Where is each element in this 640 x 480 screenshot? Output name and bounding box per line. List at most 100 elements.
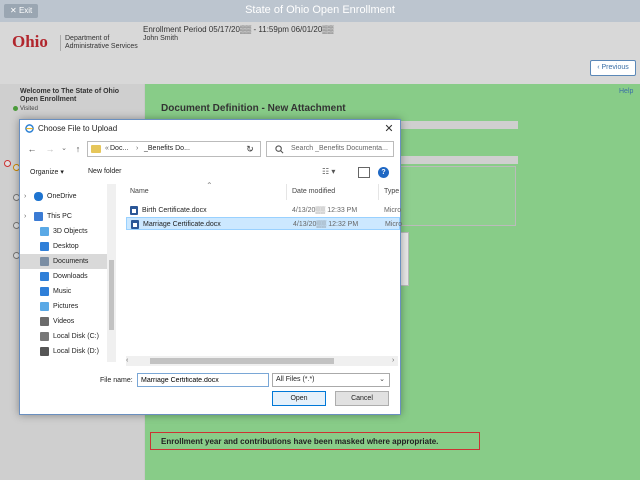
- expand-chevron-icon[interactable]: ›: [24, 189, 26, 204]
- department-line-2: Administrative Services: [65, 43, 138, 50]
- nav-item-label: Downloads: [53, 273, 88, 280]
- nav-item-this-pc[interactable]: › This PC: [20, 209, 116, 224]
- breadcrumb-benefits[interactable]: _Benefits Do...: [144, 145, 190, 152]
- nav-item-local-disk-d[interactable]: Local Disk (D:): [20, 344, 116, 359]
- help-link[interactable]: Help: [619, 88, 633, 95]
- masked-notice: Enrollment year and contributions have b…: [150, 432, 480, 450]
- nav-item-label: Desktop: [53, 243, 79, 250]
- ie-icon: [25, 124, 34, 133]
- nav-item-label: Music: [53, 288, 72, 295]
- user-name: John Smith: [143, 35, 179, 42]
- previous-button[interactable]: ‹ Previous: [590, 60, 636, 76]
- section-bar: [396, 121, 518, 129]
- nav-item-onedrive[interactable]: › OneDrive: [20, 189, 116, 204]
- column-header-date[interactable]: Date modified: [292, 188, 335, 195]
- department-line-1: Department of: [65, 35, 110, 42]
- disk-icon: [40, 332, 49, 341]
- organize-button[interactable]: Organize ▾: [30, 168, 64, 176]
- file-name: Marriage Certificate.docx: [143, 221, 221, 228]
- nav-item-label: Documents: [53, 258, 89, 265]
- nav-item-label: Pictures: [53, 303, 79, 310]
- desktop-icon: [40, 242, 49, 251]
- nav-item-desktop[interactable]: Desktop: [20, 239, 116, 254]
- scroll-left-icon[interactable]: ‹: [126, 357, 128, 364]
- file-upload-dialog: Choose File to Upload ✕ ← → ⌄ ↑ « Doc...…: [19, 119, 403, 415]
- page-header: Ohio Department of Administrative Servic…: [0, 22, 640, 84]
- nav-item-label: OneDrive: [47, 193, 77, 200]
- nav-item-documents[interactable]: Documents: [20, 254, 116, 269]
- file-name-label: File name:: [100, 377, 133, 384]
- visited-status-icon: [13, 106, 18, 111]
- back-arrow-icon[interactable]: ←: [26, 142, 38, 156]
- visited-status: Visited: [20, 106, 38, 112]
- column-divider[interactable]: [378, 184, 379, 200]
- disk-icon: [40, 347, 49, 356]
- navigation-scroll-thumb[interactable]: [109, 260, 114, 330]
- documents-icon: [40, 257, 49, 266]
- file-name: Birth Certificate.docx: [142, 207, 207, 214]
- scroll-right-icon[interactable]: ›: [392, 357, 394, 364]
- department-name: Department of Administrative Services: [60, 35, 138, 51]
- video-icon: [40, 317, 49, 326]
- refresh-icon[interactable]: ↻: [242, 141, 258, 157]
- file-date: 4/13/20▒▒ 12:33 PM: [292, 207, 358, 214]
- ohio-logo: Ohio: [12, 32, 48, 51]
- nav-item-pictures[interactable]: Pictures: [20, 299, 116, 314]
- nav-item-downloads[interactable]: Downloads: [20, 269, 116, 284]
- navigation-pane: › OneDrive › This PC 3D Objects Desktop Docume…: [20, 184, 116, 362]
- sort-chevron-up-icon: ⌃: [206, 181, 213, 190]
- step-status-icon: [4, 160, 11, 167]
- file-date: 4/13/20▒▒ 12:32 PM: [293, 221, 359, 228]
- section-bar: [396, 156, 518, 164]
- column-header-type[interactable]: Type: [384, 188, 399, 195]
- help-icon[interactable]: ?: [378, 167, 389, 178]
- column-header-name[interactable]: Name: [130, 188, 149, 195]
- horizontal-scroll-thumb[interactable]: [150, 358, 334, 364]
- file-name-input[interactable]: [137, 373, 269, 387]
- file-row[interactable]: Marriage Certificate.docx 4/13/20▒▒ 12:32…: [126, 217, 403, 230]
- up-arrow-icon[interactable]: ↑: [72, 142, 84, 156]
- search-input[interactable]: Search _Benefits Documenta...: [266, 141, 394, 157]
- address-bar[interactable]: « Doc... › _Benefits Do... ⌄: [87, 141, 261, 157]
- file-row[interactable]: Birth Certificate.docx 4/13/20▒▒ 12:33 PM…: [126, 204, 401, 217]
- attachment-panel: [396, 166, 516, 226]
- download-icon: [40, 272, 49, 281]
- close-icon[interactable]: ✕: [382, 122, 396, 136]
- search-placeholder: Search _Benefits Documenta...: [291, 145, 388, 152]
- view-options-icon[interactable]: ☷ ▾: [322, 167, 335, 176]
- column-divider[interactable]: [286, 184, 287, 200]
- sidebar-item-welcome[interactable]: Welcome to The State of Ohio Open Enroll…: [20, 88, 138, 104]
- breadcrumb-documents[interactable]: Doc...: [110, 145, 128, 152]
- nav-item-3d-objects[interactable]: 3D Objects: [20, 224, 116, 239]
- previous-label: Previous: [601, 64, 629, 71]
- music-icon: [40, 287, 49, 296]
- file-type-value: All Files (*.*): [276, 376, 315, 383]
- nav-item-label: This PC: [47, 213, 72, 220]
- expand-chevron-icon[interactable]: ›: [24, 209, 26, 224]
- cube-icon: [40, 227, 49, 236]
- nav-item-label: Local Disk (C:): [53, 333, 99, 340]
- chevron-down-icon: ⌄: [379, 376, 385, 383]
- breadcrumb-overflow-icon[interactable]: «: [105, 145, 109, 152]
- dialog-toolbar: Organize ▾ New folder ☷ ▾ ?: [20, 164, 400, 182]
- cloud-icon: [34, 192, 43, 201]
- forward-arrow-icon[interactable]: →: [44, 142, 56, 156]
- search-icon: [275, 145, 284, 154]
- nav-item-videos[interactable]: Videos: [20, 314, 116, 329]
- file-type: Micro: [385, 221, 403, 228]
- new-folder-button[interactable]: New folder: [88, 168, 121, 175]
- dialog-title: Choose File to Upload: [38, 124, 118, 133]
- page-title: Document Definition - New Attachment: [161, 103, 346, 114]
- word-document-icon: [130, 206, 138, 215]
- nav-item-music[interactable]: Music: [20, 284, 116, 299]
- preview-pane-icon[interactable]: [358, 167, 370, 178]
- nav-item-local-disk-c[interactable]: Local Disk (C:): [20, 329, 116, 344]
- enrollment-period: Enrollment Period 05/17/20▒▒ - 11:59pm 0…: [143, 25, 334, 34]
- file-type-select[interactable]: All Files (*.*) ⌄: [272, 373, 390, 387]
- history-dropdown-icon[interactable]: ⌄: [58, 142, 70, 156]
- nav-item-label: Videos: [53, 318, 75, 325]
- file-list: Name ⌃ Date modified Type Birth Certific…: [126, 181, 403, 362]
- open-button[interactable]: Open: [272, 391, 326, 406]
- cancel-button[interactable]: Cancel: [335, 391, 389, 406]
- folder-icon: [91, 145, 101, 153]
